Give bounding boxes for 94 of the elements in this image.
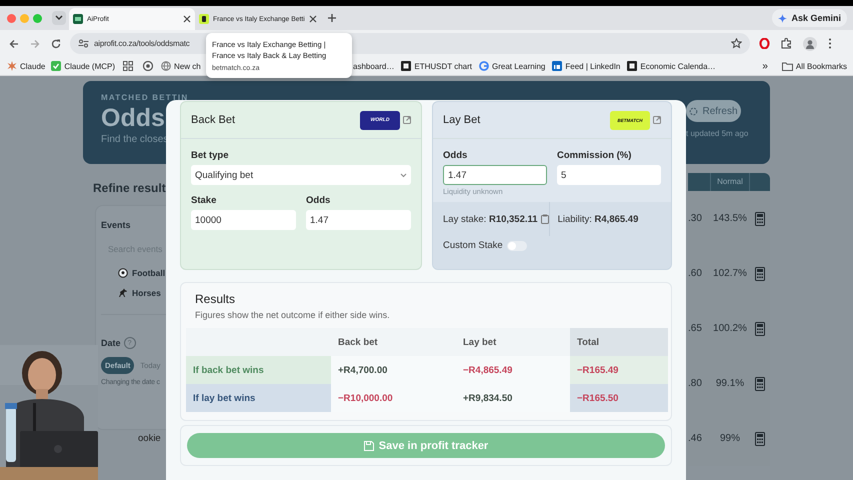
site-icon <box>73 14 83 24</box>
more-bookmarks-button[interactable]: » <box>762 60 768 72</box>
plus-icon[interactable] <box>327 13 337 23</box>
column-header: Back bet <box>331 328 456 356</box>
ring-icon[interactable] <box>759 38 770 49</box>
table-cell-text: 143.5% <box>712 213 748 224</box>
row-label: If back bet wins <box>186 356 331 384</box>
table-cell-text: .80 <box>688 378 703 389</box>
puzzle-icon[interactable] <box>781 38 792 49</box>
filter-label: ookie <box>138 433 162 444</box>
table-cell-text: 99% <box>718 433 741 444</box>
logo-icon <box>479 61 489 71</box>
chevron-icon <box>55 15 63 21</box>
column-header: Lay bet <box>456 328 570 356</box>
liability-text: Liability: R4,865.49 <box>558 214 638 224</box>
table-cell-text: .46 <box>688 433 703 444</box>
ball-icon <box>118 268 128 278</box>
close-icon[interactable] <box>309 15 317 23</box>
close-icon[interactable] <box>183 15 191 23</box>
table-cell-text: 102.7% <box>712 268 748 279</box>
input-field[interactable]: 1.47 <box>306 210 411 230</box>
more-menu-icon[interactable] <box>828 38 832 49</box>
save-icon <box>364 440 374 450</box>
input-field[interactable]: 1.47 <box>443 165 547 185</box>
filter-label: Events <box>101 220 132 230</box>
sport-filter[interactable]: Horses <box>118 288 166 298</box>
spark-icon <box>7 61 17 71</box>
field-label: Odds <box>306 195 332 206</box>
bookmark-link[interactable]: Economic Calenda… <box>627 61 716 71</box>
bookmark-link[interactable]: Claude (MCP) <box>51 61 116 71</box>
toggle-switch[interactable] <box>506 240 527 250</box>
field-label: Bet type <box>191 150 230 161</box>
input-field[interactable]: 5 <box>557 165 661 185</box>
folder-icon <box>782 62 793 70</box>
card-title: Lay Bet <box>443 114 482 126</box>
check-icon <box>51 61 62 71</box>
bookmark-link[interactable]: Claude <box>7 61 46 71</box>
chevron-icon <box>400 172 407 178</box>
section-subtitle: Figures show the net outcome if either side wins. <box>194 310 391 320</box>
bookmark-link[interactable]: Great Learning <box>479 61 546 71</box>
sparkle-icon <box>778 14 788 22</box>
filter-label: Date <box>101 338 121 348</box>
bookmark-link[interactable]: ETHUSDT chart <box>401 61 472 71</box>
updated-time: t updated 5m ago <box>686 129 750 138</box>
table-cell-text: 100.2% <box>712 323 748 334</box>
section-label: MATCHED BETTIN <box>101 93 188 102</box>
logo-icon <box>552 61 562 71</box>
card-title: Back Bet <box>191 114 236 126</box>
site-icon <box>199 14 209 24</box>
input-field[interactable]: 10000 <box>191 210 296 230</box>
external-link-icon[interactable] <box>653 116 661 124</box>
bookmark-link[interactable]: ashboard… <box>353 62 394 70</box>
page-title: Odds <box>101 103 166 134</box>
external-link-icon[interactable] <box>403 116 411 124</box>
avatar-icon[interactable] <box>803 36 817 50</box>
back-icon[interactable] <box>9 38 19 48</box>
bookmark-link[interactable]: Feed | LinkedIn <box>552 61 620 71</box>
lay-stake-text: Lay stake: R10,352.11 <box>443 214 538 224</box>
copy-icon[interactable] <box>540 214 549 224</box>
table-cell-text: .60 <box>688 268 703 279</box>
table-cell: −R165.50 <box>570 384 668 412</box>
grid-icon[interactable] <box>123 61 134 71</box>
tab-list-button[interactable] <box>52 11 66 25</box>
table-cell-text: .65 <box>688 323 703 334</box>
refresh-icon <box>689 106 698 116</box>
site-settings-icon[interactable] <box>78 39 89 48</box>
field-label: Commission (%) <box>557 150 632 161</box>
globe-icon <box>161 61 172 71</box>
table-cell-text: .30 <box>688 213 703 224</box>
column-header: Total <box>570 328 668 356</box>
logo-icon <box>401 61 412 71</box>
star-icon[interactable] <box>731 38 742 49</box>
calculator-icon[interactable] <box>755 432 765 446</box>
row-label: If lay bet wins <box>186 384 331 412</box>
calculator-icon[interactable] <box>755 266 765 280</box>
dropdown[interactable]: Qualifying bet <box>191 165 411 185</box>
table-cell: −R165.49 <box>570 356 668 384</box>
all-bookmarks-button[interactable]: All Bookmarks <box>782 62 847 70</box>
circle-logo-icon[interactable] <box>143 61 154 71</box>
calculator-icon[interactable] <box>755 212 765 226</box>
calculator-icon[interactable] <box>755 376 765 390</box>
calculator-icon[interactable] <box>755 322 765 336</box>
ask-button[interactable]: Ask Gemini <box>772 9 847 27</box>
logo-icon <box>627 61 638 71</box>
toggle-label: Custom Stake <box>443 240 503 251</box>
field-label: Odds <box>443 150 468 161</box>
field-label: Stake <box>191 195 218 206</box>
sport-filter[interactable]: Football <box>118 268 166 278</box>
section-title: Results <box>194 292 236 306</box>
section-title: Refine result <box>92 181 166 195</box>
horse-icon <box>118 288 128 298</box>
reload-icon[interactable] <box>51 38 61 48</box>
table-cell-text: 99.1% <box>714 378 746 389</box>
bookmark-link[interactable]: New ch <box>161 61 201 71</box>
